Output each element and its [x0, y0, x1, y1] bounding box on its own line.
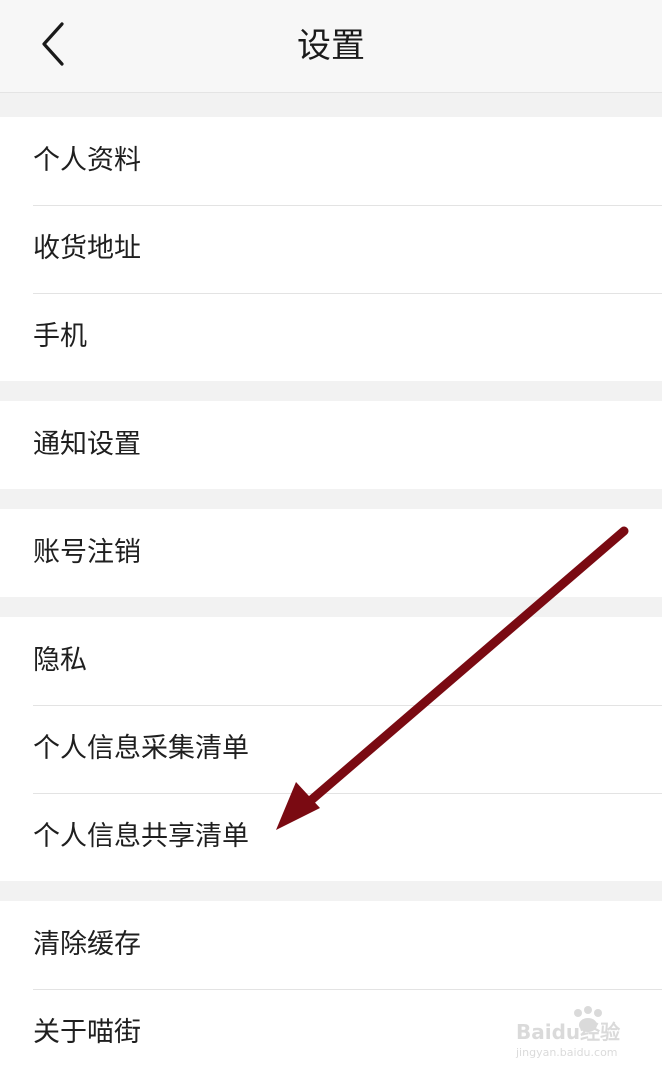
settings-item-label: 收货地址	[33, 233, 141, 264]
settings-item-privacy[interactable]: 隐私	[0, 617, 662, 705]
settings-item-info-sharing-list[interactable]: 个人信息共享清单	[0, 793, 662, 881]
nav-header: 设置	[0, 0, 662, 93]
page-title: 设置	[297, 26, 365, 66]
settings-group-misc: 清除缓存 关于喵街	[0, 901, 662, 1077]
settings-item-clear-cache[interactable]: 清除缓存	[0, 901, 662, 989]
settings-item-deactivate-account[interactable]: 账号注销	[0, 509, 662, 597]
settings-list: 个人资料 收货地址 手机 通知设置 账号注销 隐私 个人信息采集清单 个人信息共…	[0, 93, 662, 1077]
settings-item-label: 清除缓存	[33, 929, 141, 960]
settings-group-deactivate: 账号注销	[0, 509, 662, 597]
chevron-left-icon	[42, 22, 64, 66]
settings-item-notification[interactable]: 通知设置	[0, 401, 662, 489]
settings-group-notification: 通知设置	[0, 401, 662, 489]
settings-item-label: 通知设置	[33, 429, 141, 460]
settings-item-label: 隐私	[33, 645, 87, 676]
settings-item-label: 账号注销	[33, 537, 141, 568]
settings-item-label: 个人资料	[33, 145, 141, 176]
settings-group-privacy: 隐私 个人信息采集清单 个人信息共享清单	[0, 617, 662, 881]
settings-item-label: 手机	[33, 321, 87, 352]
settings-item-address[interactable]: 收货地址	[0, 205, 662, 293]
settings-item-about[interactable]: 关于喵街	[0, 989, 662, 1077]
settings-item-label: 个人信息采集清单	[33, 733, 249, 764]
settings-item-profile[interactable]: 个人资料	[0, 117, 662, 205]
settings-group-account: 个人资料 收货地址 手机	[0, 117, 662, 381]
back-button[interactable]	[22, 12, 86, 76]
settings-item-info-collection-list[interactable]: 个人信息采集清单	[0, 705, 662, 793]
settings-item-label: 个人信息共享清单	[33, 821, 249, 852]
settings-item-label: 关于喵街	[33, 1017, 141, 1048]
settings-item-phone[interactable]: 手机	[0, 293, 662, 381]
